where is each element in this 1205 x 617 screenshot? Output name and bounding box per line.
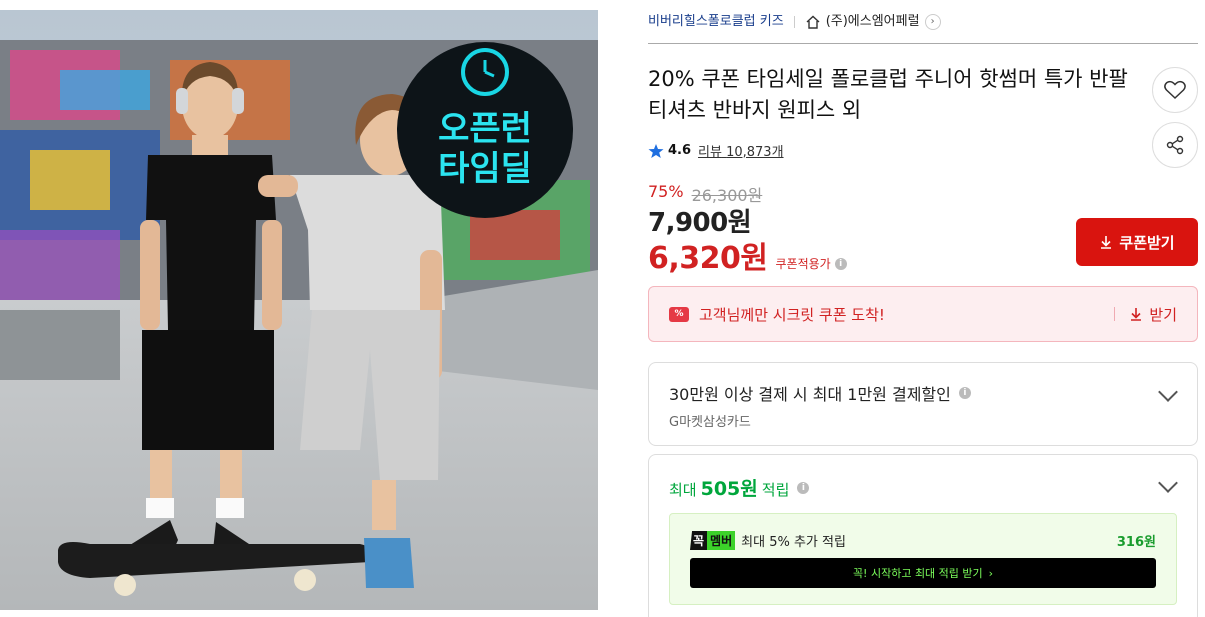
points-card: 최대 505원 적립 i 꼭 멤버 최대 5% 추가 적립 316원 꼭! 시작… <box>648 454 1198 617</box>
membership-text: 최대 5% 추가 적립 <box>741 535 846 550</box>
divider <box>1114 307 1116 321</box>
rating-score: 4.6 <box>668 143 692 158</box>
brand-link[interactable]: 비버리힐스폴로클럽 키즈 <box>648 12 784 32</box>
chevron-down-icon[interactable] <box>1158 382 1178 402</box>
get-coupon-button[interactable]: 쿠폰받기 <box>1076 218 1198 266</box>
info-icon[interactable]: i <box>797 481 810 494</box>
review-count: 10,873개 <box>726 145 784 160</box>
chevron-down-icon[interactable] <box>1158 473 1178 493</box>
payment-discount-card[interactable]: 30만원 이상 결제 시 최대 1만원 결제할인 i G마켓삼성카드 <box>648 362 1198 446</box>
badge-line1: 오픈런 <box>438 109 532 149</box>
membership-row: 꼭 멤버 최대 5% 추가 적립 316원 <box>690 531 1156 550</box>
coupon-price-row: 6,320원 쿠폰적용가 i <box>648 233 847 277</box>
points-suffix: 적립 <box>761 481 790 499</box>
share-icon <box>1166 135 1184 155</box>
membership-badge-part-b: 멤버 <box>707 531 736 550</box>
payment-discount-title-row: 30만원 이상 결제 시 최대 1만원 결제할인 i <box>669 381 971 405</box>
membership-start-label: 꼭! 시작하고 최대 적립 받기 <box>852 567 983 580</box>
points-amount: 505원 <box>700 478 758 500</box>
coupon-ticket-icon: % <box>669 306 689 322</box>
divider <box>793 16 795 28</box>
download-icon <box>1131 308 1142 321</box>
home-icon <box>806 15 820 29</box>
secret-coupon-receive-button[interactable]: 받기 <box>1114 304 1177 325</box>
product-photo: 오픈런 타임딜 <box>0 10 598 610</box>
coupon-note-label: 쿠폰적용가 <box>775 257 831 271</box>
membership-amount: 316원 <box>1116 535 1156 550</box>
points-prefix: 최대 <box>669 481 697 499</box>
points-header: 최대 505원 적립 i <box>669 474 810 501</box>
membership-start-button[interactable]: 꼭! 시작하고 최대 적립 받기 › <box>690 558 1156 588</box>
seller-name: (주)에스엠어페럴 <box>825 14 920 29</box>
badge-line2: 타임딜 <box>438 149 532 189</box>
get-coupon-label: 쿠폰받기 <box>1119 233 1175 252</box>
rating-row: 4.6 리뷰 10,873개 <box>648 141 784 160</box>
payment-card-name: G마켓삼성카드 <box>669 415 751 430</box>
share-button[interactable] <box>1152 122 1198 168</box>
info-icon[interactable]: i <box>958 387 971 399</box>
payment-discount-title: 30만원 이상 결제 시 최대 1만원 결제할인 <box>669 385 951 404</box>
review-label: 리뷰 <box>698 145 722 160</box>
chevron-right-icon: › <box>988 566 994 580</box>
coupon-price: 6,320원 <box>648 241 768 276</box>
download-icon <box>1101 236 1112 249</box>
coupon-note[interactable]: 쿠폰적용가 i <box>776 255 847 272</box>
membership-badge: 꼭 멤버 <box>690 531 736 550</box>
membership-box: 꼭 멤버 최대 5% 추가 적립 316원 꼭! 시작하고 최대 적립 받기 › <box>669 513 1177 605</box>
chevron-right-icon: › <box>924 14 941 30</box>
secret-coupon-action-label: 받기 <box>1149 305 1177 324</box>
seller-link[interactable]: (주)에스엠어페럴 › <box>805 12 941 32</box>
info-icon: i <box>834 257 847 270</box>
star-icon <box>648 143 664 158</box>
breadcrumb: 비버리힐스폴로클럽 키즈 (주)에스엠어페럴 › <box>648 12 1198 44</box>
product-image[interactable]: 오픈런 타임딜 <box>0 10 598 610</box>
heart-icon <box>1164 80 1186 100</box>
secret-coupon-banner[interactable]: % 고객님께만 시크릿 쿠폰 도착! 받기 <box>648 286 1198 342</box>
review-link[interactable]: 리뷰 10,873개 <box>698 141 784 160</box>
product-info-panel: 비버리힐스폴로클럽 키즈 (주)에스엠어페럴 › 20% 쿠폰 타임세일 폴로클… <box>648 0 1198 617</box>
product-title: 20% 쿠폰 타임세일 폴로클럽 주니어 핫썸머 특가 반팔티셔츠 반바지 원피… <box>648 67 1128 122</box>
wishlist-button[interactable] <box>1152 67 1198 113</box>
membership-badge-part-a: 꼭 <box>690 531 708 550</box>
secret-coupon-text: 고객님께만 시크릿 쿠폰 도착! <box>699 305 885 324</box>
